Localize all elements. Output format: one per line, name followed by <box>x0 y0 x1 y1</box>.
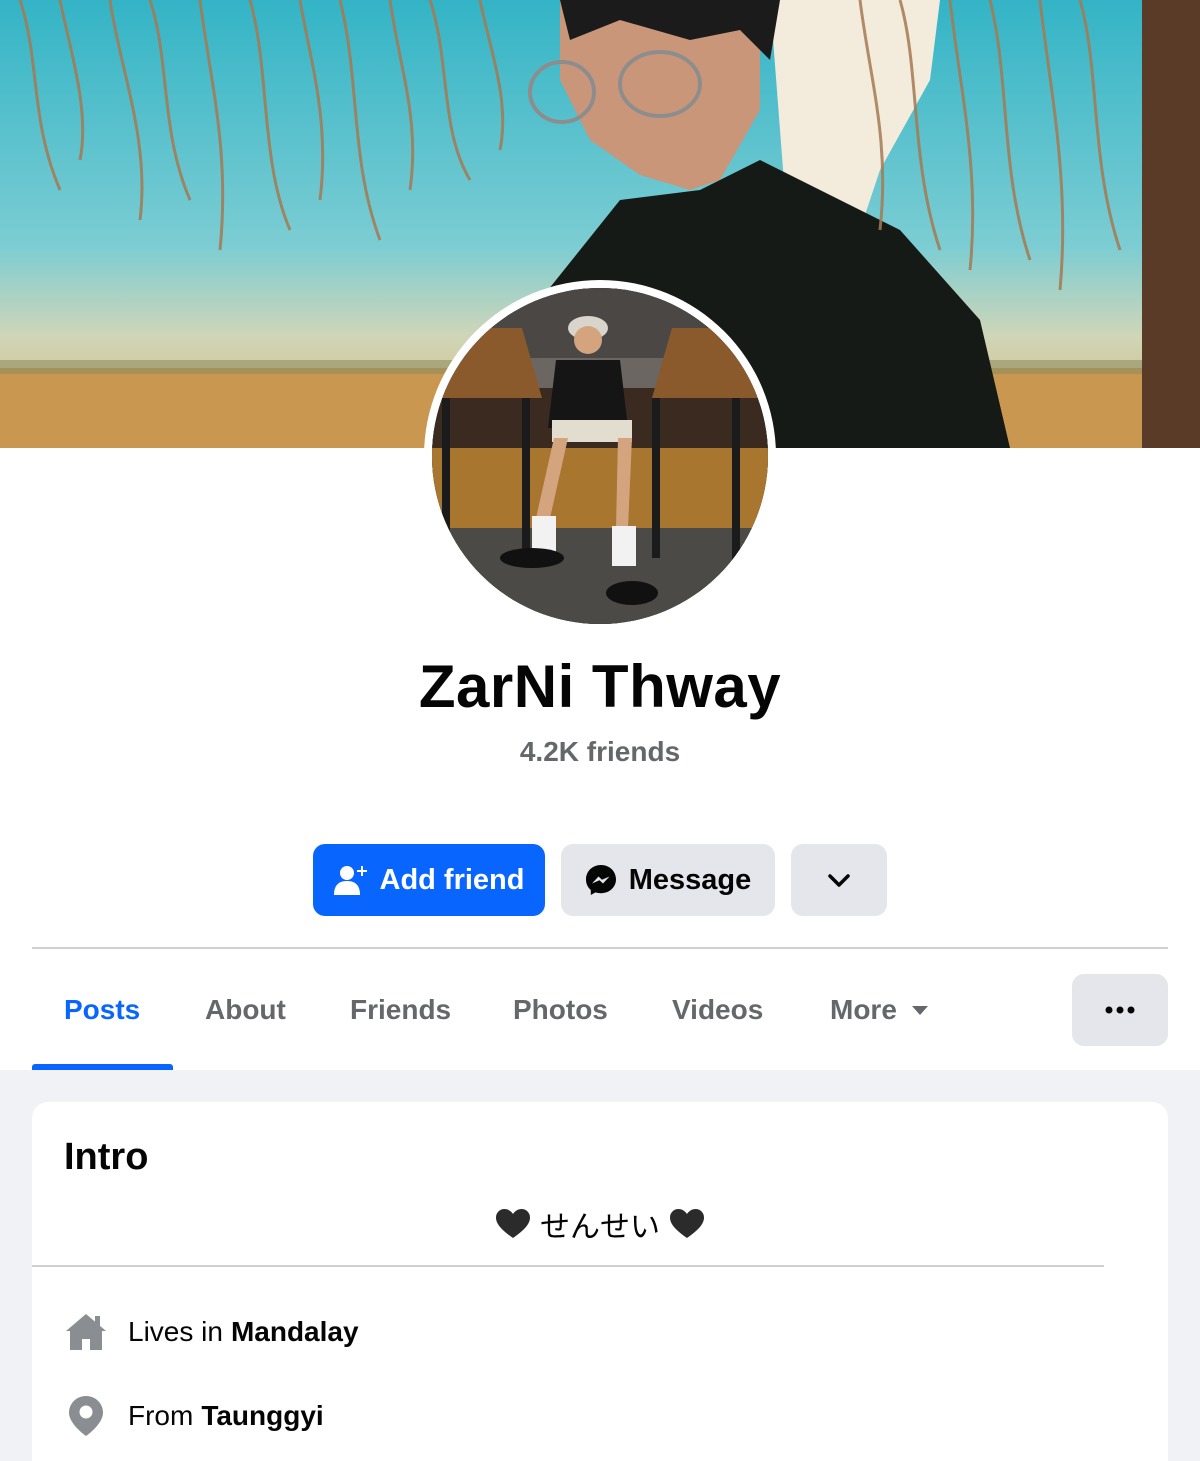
from-value[interactable]: Taunggyi <box>201 1400 323 1432</box>
add-friend-button[interactable]: Add friend <box>313 844 545 916</box>
intro-bio: せんせい <box>32 1202 1168 1246</box>
from-row: From Taunggyi <box>64 1394 324 1438</box>
profile-avatar[interactable] <box>432 288 768 624</box>
message-label: Message <box>628 863 752 896</box>
avatar-illustration <box>432 288 768 624</box>
tab-about[interactable]: About <box>205 990 286 1030</box>
intro-title: Intro <box>64 1136 149 1178</box>
caret-down-icon <box>911 1004 929 1016</box>
messenger-icon <box>585 864 617 896</box>
active-tab-indicator <box>32 1064 173 1070</box>
friends-count[interactable]: 4.2K friends <box>0 736 1200 768</box>
add-friend-icon <box>333 865 368 895</box>
more-options-button[interactable] <box>791 844 887 916</box>
message-button[interactable]: Message <box>561 844 775 916</box>
profile-header: ZarNi Thway 4.2K friends Add friend Mess… <box>0 0 1200 1070</box>
lives-in-value[interactable]: Mandalay <box>231 1316 359 1348</box>
tab-overflow-button[interactable] <box>1072 974 1168 1046</box>
intro-divider <box>32 1265 1104 1267</box>
header-divider <box>32 947 1168 949</box>
chevron-down-icon <box>827 864 851 897</box>
tab-photos[interactable]: Photos <box>513 990 608 1030</box>
profile-name: ZarNi Thway <box>418 653 782 720</box>
more-dots-icon <box>1105 1001 1135 1019</box>
location-pin-icon <box>64 1396 108 1436</box>
tab-more-label: More <box>830 994 897 1025</box>
intro-card: Intro せんせい Lives in Mandalay From Taungg… <box>32 1102 1168 1461</box>
tab-videos[interactable]: Videos <box>672 990 763 1030</box>
lives-in-row: Lives in Mandalay <box>64 1310 359 1354</box>
black-heart-icon <box>496 1209 530 1239</box>
black-heart-icon <box>670 1209 704 1239</box>
lives-in-prefix: Lives in <box>128 1316 223 1347</box>
tab-friends[interactable]: Friends <box>350 990 451 1030</box>
bio-text: せんせい <box>540 1210 660 1245</box>
tab-more[interactable]: More <box>830 990 929 1030</box>
tab-posts[interactable]: Posts <box>64 990 140 1030</box>
from-prefix: From <box>128 1400 194 1431</box>
add-friend-label: Add friend <box>379 863 525 896</box>
home-icon <box>64 1313 108 1351</box>
